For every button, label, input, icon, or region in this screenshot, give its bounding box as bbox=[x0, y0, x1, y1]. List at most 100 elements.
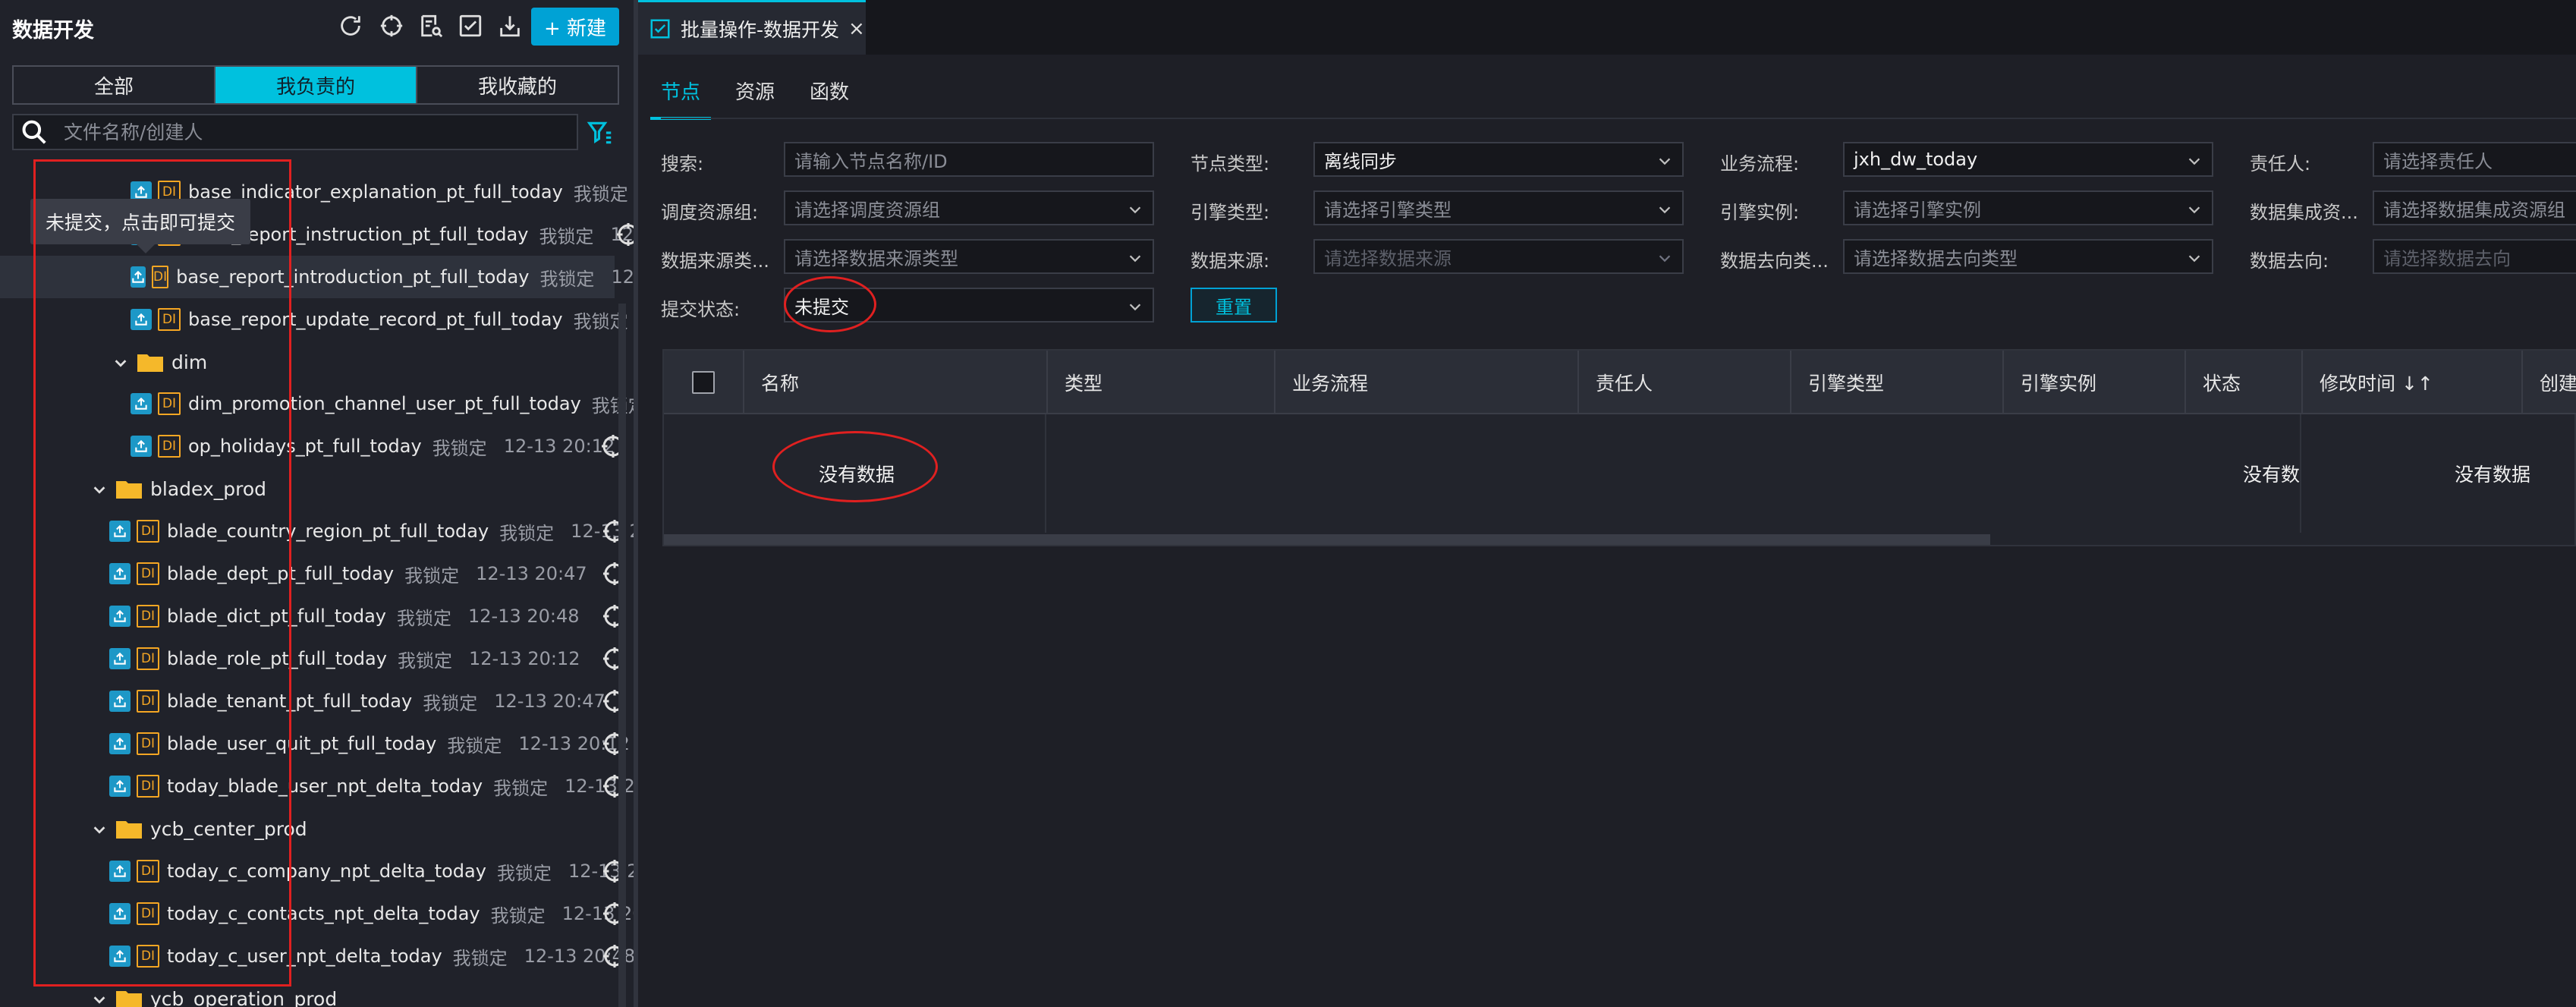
submit-icon[interactable] bbox=[109, 521, 131, 542]
submit-icon[interactable] bbox=[109, 776, 131, 797]
sidebar-header: 数据开发 + 新建 bbox=[0, 0, 634, 53]
empty-text: 没有数据 bbox=[818, 464, 895, 486]
chevron-down-icon[interactable] bbox=[91, 990, 108, 1007]
tab-functions[interactable]: 函数 bbox=[810, 73, 849, 115]
tab-resources[interactable]: 资源 bbox=[735, 73, 775, 115]
tree-node-row[interactable]: DI blade_dept_pt_full_today 我锁定 12-13 20:47 bbox=[109, 552, 587, 595]
tree-folder-row[interactable]: ycb_center_prod bbox=[91, 807, 307, 850]
tree-node-row[interactable]: DI base_report_update_record_pt_full_toda… bbox=[131, 298, 634, 341]
new-button[interactable]: + 新建 bbox=[531, 8, 619, 46]
reset-button[interactable]: 重置 bbox=[1190, 288, 1277, 323]
biz-flow-label: 业务流程: bbox=[1720, 153, 1800, 175]
sidebar-scrollbar[interactable] bbox=[618, 304, 626, 1007]
tree-node-row[interactable]: DI op_holidays_pt_full_today 我锁定 12-13 20:1… bbox=[131, 425, 615, 467]
file-search-input[interactable] bbox=[64, 121, 549, 143]
chevron-down-icon[interactable] bbox=[91, 480, 108, 497]
lock-status: 我锁定 bbox=[539, 225, 594, 247]
node-search-input[interactable]: 请输入节点名称/ID bbox=[784, 142, 1154, 177]
filter-icon[interactable] bbox=[586, 118, 615, 147]
submit-icon[interactable] bbox=[109, 861, 131, 882]
src-type-select[interactable]: 请选择数据来源类型 bbox=[784, 239, 1154, 274]
engine-inst-label: 引擎实例: bbox=[1720, 202, 1800, 223]
col-owner[interactable]: 责任人 bbox=[1577, 351, 1790, 414]
modified-time: 12-13 20:47 bbox=[476, 563, 587, 584]
tree-folder-row[interactable]: ycb_operation_prod bbox=[91, 977, 337, 1007]
col-type[interactable]: 类型 bbox=[1046, 351, 1274, 414]
doc-tab-batch-operation[interactable]: 批量操作-数据开发 × bbox=[638, 0, 866, 55]
tree-node-row[interactable]: DI dim_promotion_channel_user_pt_full_tod… bbox=[131, 382, 634, 425]
locate-icon[interactable] bbox=[615, 221, 634, 248]
tree-node-row[interactable]: DI blade_country_region_pt_full_today 我锁定 1… bbox=[109, 510, 634, 552]
chevron-down-icon[interactable] bbox=[91, 820, 108, 837]
biz-flow-select[interactable]: jxh_dw_today bbox=[1843, 142, 2213, 177]
node-type-select[interactable]: 离线同步 bbox=[1313, 142, 1684, 177]
submit-icon[interactable] bbox=[131, 309, 152, 330]
engine-type-select[interactable]: 请选择引擎类型 bbox=[1313, 190, 1684, 225]
select-all-checkbox[interactable] bbox=[692, 371, 715, 394]
engine-inst-select[interactable]: 请选择引擎实例 bbox=[1843, 190, 2213, 225]
col-name[interactable]: 名称 bbox=[743, 351, 1046, 414]
tree-node-row[interactable]: DI blade_user_quit_pt_full_today 我锁定 12-13 … bbox=[109, 722, 630, 765]
di-group-label: 数据集成资... bbox=[2250, 202, 2358, 223]
chevron-down-icon[interactable] bbox=[112, 354, 129, 370]
tree-folder-row[interactable]: dim bbox=[112, 341, 207, 383]
tree-folder-row[interactable]: bladex_prod bbox=[91, 467, 266, 510]
submit-icon[interactable] bbox=[109, 946, 131, 967]
tree-node-row[interactable]: DI blade_role_pt_full_today 我锁定 12-13 20:12 bbox=[109, 637, 580, 680]
submit-icon[interactable] bbox=[109, 648, 131, 669]
tab-all[interactable]: 全部 bbox=[14, 67, 215, 103]
sched-group-select[interactable]: 请选择调度资源组 bbox=[784, 190, 1154, 225]
tree-node-row[interactable]: DI base_report_introduction_pt_full_today… bbox=[0, 256, 634, 298]
tree-node-row[interactable]: DI blade_tenant_pt_full_today 我锁定 12-13 20:… bbox=[109, 680, 605, 722]
import-icon[interactable] bbox=[495, 11, 525, 41]
col-created[interactable]: 创建 bbox=[2521, 351, 2576, 414]
engine-type-label: 引擎类型: bbox=[1190, 202, 1270, 223]
submit-icon[interactable] bbox=[109, 691, 131, 712]
submit-icon[interactable] bbox=[131, 266, 146, 288]
lock-status: 我锁定 bbox=[397, 607, 451, 629]
submit-icon[interactable] bbox=[131, 436, 152, 457]
col-modified-time[interactable]: 修改时间 ↓↑ bbox=[2301, 351, 2521, 414]
locate-icon[interactable] bbox=[376, 11, 407, 41]
tree-node-row[interactable]: DI today_c_company_npt_delta_today 我锁定 12-1… bbox=[109, 850, 634, 892]
tab-my-responsible[interactable]: 我负责的 bbox=[215, 67, 417, 103]
submit-icon[interactable] bbox=[109, 563, 131, 584]
doc-tab-label: 批量操作-数据开发 bbox=[681, 18, 840, 41]
refresh-icon[interactable] bbox=[335, 11, 366, 41]
dst-type-select[interactable]: 请选择数据去向类型 bbox=[1843, 239, 2213, 274]
dst-select[interactable]: 请选择数据去向 bbox=[2373, 239, 2576, 274]
tree-node-row[interactable]: DI today_c_contacts_npt_delta_today 我锁定 12-… bbox=[109, 892, 634, 935]
chevron-down-icon bbox=[1129, 206, 1141, 214]
chevron-down-icon bbox=[1129, 304, 1141, 311]
col-biz-flow[interactable]: 业务流程 bbox=[1274, 351, 1577, 414]
table-divider bbox=[2300, 414, 2301, 533]
modified-time: 12-13 20:47 bbox=[494, 691, 605, 712]
submit-icon[interactable] bbox=[109, 903, 131, 924]
table-divider bbox=[1045, 414, 1046, 533]
search-doc-icon[interactable] bbox=[416, 11, 446, 41]
col-engine-type[interactable]: 引擎类型 bbox=[1790, 351, 2002, 414]
sched-group-label: 调度资源组: bbox=[661, 202, 759, 223]
submit-icon[interactable] bbox=[109, 606, 131, 627]
tree-node-row[interactable]: DI blade_dict_pt_full_today 我锁定 12-13 20:48 bbox=[109, 595, 580, 637]
tree-node-row[interactable]: DI today_blade_user_npt_delta_today 我锁定 12-… bbox=[109, 765, 634, 807]
col-engine-inst[interactable]: 引擎实例 bbox=[2002, 351, 2184, 414]
close-icon[interactable]: × bbox=[848, 17, 865, 40]
tree-node-row[interactable]: DI today_c_user_npt_delta_today 我锁定 12-13 2… bbox=[109, 935, 634, 977]
di-node-icon: DI bbox=[137, 732, 159, 755]
tab-nodes[interactable]: 节点 bbox=[650, 73, 712, 120]
owner-select[interactable]: 请选择责任人 bbox=[2373, 142, 2576, 177]
di-node-icon: DI bbox=[137, 860, 159, 883]
src-select[interactable]: 请选择数据来源 bbox=[1313, 239, 1684, 274]
di-node-icon: DI bbox=[137, 605, 159, 628]
submit-icon[interactable] bbox=[131, 393, 152, 414]
di-node-icon: DI bbox=[158, 392, 181, 415]
node-name: op_holidays_pt_full_today bbox=[188, 436, 422, 457]
submit-status-select[interactable]: 未提交 bbox=[784, 288, 1154, 323]
submit-icon[interactable] bbox=[109, 733, 131, 754]
col-status[interactable]: 状态 bbox=[2184, 351, 2301, 414]
checklist-icon[interactable] bbox=[455, 11, 486, 41]
di-group-select[interactable]: 请选择数据集成资源组 bbox=[2373, 190, 2576, 225]
tab-my-favorites[interactable]: 我收藏的 bbox=[417, 67, 618, 103]
table-horizontal-scrollbar[interactable] bbox=[664, 534, 1990, 545]
